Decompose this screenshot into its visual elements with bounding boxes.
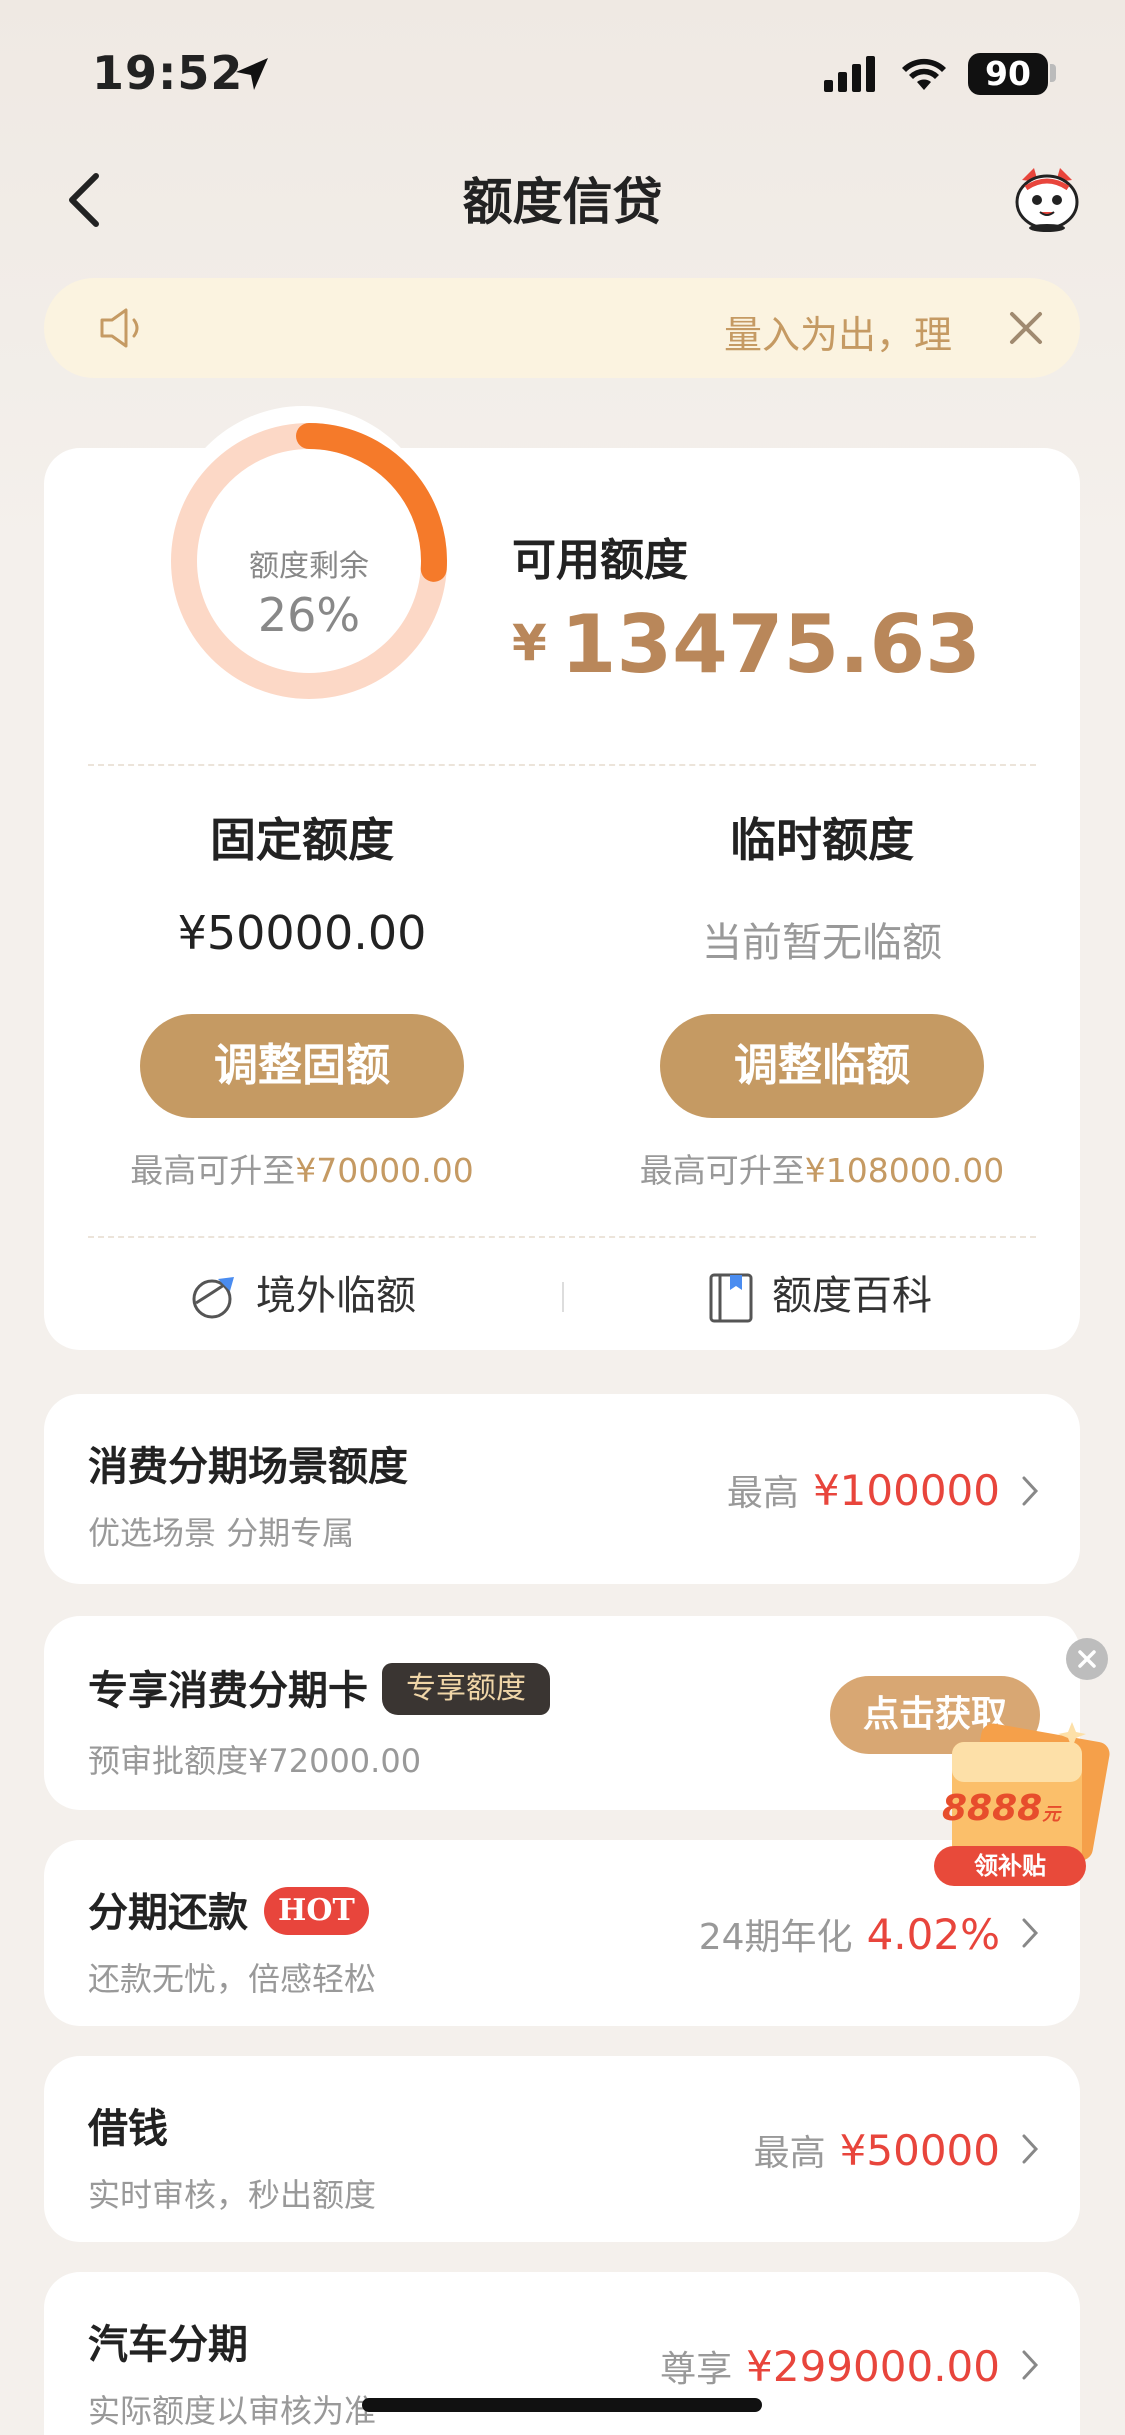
temp-max-prefix: 最高可升至 (639, 1151, 805, 1190)
status-time: 19:52 (92, 46, 244, 100)
hot-badge: HOT (264, 1887, 369, 1935)
wifi-icon (902, 58, 946, 90)
exclusive-quota-tag: 专享额度 (382, 1663, 550, 1715)
row-subtitle: 预审批额度¥72000.00 (88, 1742, 422, 1780)
row-title-wrap: 专享消费分期卡 专享额度 (88, 1658, 550, 1716)
speaker-icon (100, 308, 139, 348)
cellular-signal-icon (824, 56, 875, 92)
promo-close-button[interactable] (1066, 1638, 1108, 1680)
fixed-quota-max: 最高可升至¥70000.00 (72, 1144, 532, 1192)
page-title: 额度信贷 (462, 173, 663, 231)
close-icon[interactable] (1004, 306, 1048, 350)
link-separator (562, 1282, 564, 1312)
currency-symbol: ¥ (512, 614, 547, 672)
temp-quota-title-text: 临时额度 (730, 813, 914, 867)
battery-tip (1050, 64, 1056, 82)
chevron-right-icon (1022, 2134, 1039, 2164)
available-quota-amount: ¥13475.63 (512, 598, 981, 691)
temp-quota-status-wrap: 当前暂无临额 (612, 910, 1032, 968)
available-quota-label: 可用额度 (512, 535, 688, 586)
row-right-label: 24期年化 (698, 1917, 853, 1958)
row-right-value: 最高 ¥50000 (754, 2124, 1000, 2176)
ring-label: 额度剩余 (249, 549, 369, 584)
home-indicator (362, 2398, 762, 2412)
row-right-amount: ¥100000 (812, 1466, 1000, 1515)
promo-amount: 8888元 (942, 1788, 1060, 1829)
row-title-wrap: 分期还款 HOT (88, 1880, 369, 1938)
list-item-installment-repay[interactable]: 分期还款 HOT 还款无忧，倍感轻松 24期年化 4.02% (44, 1840, 1080, 2026)
row-subtitle: 实时审核，秒出额度 (88, 2176, 377, 2214)
fixed-quota-title: 固定额度 (92, 804, 512, 870)
fixed-max-prefix: 最高可升至 (130, 1151, 296, 1190)
adjust-temp-quota-button[interactable]: 调整临额 (660, 1014, 984, 1118)
temp-quota-status: 当前暂无临额 (702, 920, 942, 966)
promo-amount-unit: 元 (1042, 1804, 1061, 1825)
row-subtitle: 实际额度以审核为准 (88, 2392, 377, 2430)
quota-wiki-label: 额度百科 (772, 1273, 932, 1319)
row-right-value: 最高 ¥100000 (727, 1464, 1000, 1516)
divider (88, 1236, 1036, 1238)
row-right-amount: 4.02% (866, 1910, 1000, 1959)
available-amount-value: 13475.63 (560, 598, 981, 691)
battery-level: 90 (968, 53, 1048, 95)
announcement-bar[interactable]: 量入为出，理 (44, 278, 1080, 378)
temp-max-value: ¥108000.00 (804, 1151, 1005, 1190)
credit-summary-card: 额度剩余 26% 可用额度 ¥13475.63 固定额度 ¥50000.00 调… (44, 423, 1080, 1350)
globe-plane-icon (192, 1277, 234, 1319)
fixed-max-value: ¥70000.00 (295, 1151, 474, 1190)
fixed-quota-amount: ¥50000.00 (177, 906, 427, 960)
chevron-right-icon (1022, 1476, 1039, 1506)
row-subtitle: 优选场景 分期专属 (88, 1514, 355, 1552)
location-arrow-icon (236, 58, 268, 90)
close-icon (1078, 1650, 1096, 1668)
book-icon (709, 1273, 753, 1323)
promo-amount-value: 8888 (942, 1788, 1043, 1829)
fixed-quota-amount-wrap: ¥50000.00 (92, 906, 512, 960)
row-right-label: 最高 (753, 2133, 826, 2174)
temp-quota-max: 最高可升至¥108000.00 (592, 1144, 1052, 1192)
claim-subsidy-button[interactable]: 领补贴 (934, 1846, 1086, 1886)
row-title: 汽车分期 (88, 2322, 248, 2368)
mascot-service-icon[interactable] (1012, 166, 1082, 232)
row-title: 分期还款 (88, 1890, 248, 1936)
announcement-text: 量入为出，理 (724, 313, 953, 357)
row-right-label: 尊享 (660, 2349, 733, 2390)
chevron-right-icon (1022, 2350, 1039, 2380)
divider (88, 764, 1036, 766)
row-title: 专享消费分期卡 (88, 1668, 368, 1714)
row-right-amount: ¥50000 (839, 2126, 1000, 2175)
status-bar: 19:52 90 (0, 0, 1125, 140)
row-title: 消费分期场景额度 (88, 1444, 408, 1490)
list-item-exclusive-card[interactable]: 专享消费分期卡 专享额度 预审批额度¥72000.00 点击获取 (44, 1616, 1080, 1810)
overseas-temp-quota-link[interactable]: 境外临额 (188, 1266, 416, 1326)
overseas-temp-quota-label: 境外临额 (256, 1273, 416, 1319)
list-item-installment-scene[interactable]: 消费分期场景额度 优选场景 分期专属 最高 ¥100000 (44, 1394, 1080, 1584)
fixed-quota-title-text: 固定额度 (210, 813, 394, 867)
row-right-label: 最高 (726, 1473, 799, 1514)
row-right-amount: ¥299000.00 (746, 2342, 1000, 2391)
chevron-right-icon (1022, 1918, 1039, 1948)
temp-quota-title: 临时额度 (612, 804, 1032, 870)
row-subtitle: 还款无忧，倍感轻松 (88, 1960, 377, 1998)
row-right-value: 尊享 ¥299000.00 (660, 2340, 1000, 2392)
row-right-value: 24期年化 4.02% (699, 1908, 1000, 1960)
list-item-borrow[interactable]: 借钱 实时审核，秒出额度 最高 ¥50000 (44, 2056, 1080, 2242)
row-title: 借钱 (88, 2106, 168, 2152)
ring-percent: 26% (257, 588, 361, 642)
adjust-fixed-quota-button[interactable]: 调整固额 (140, 1014, 464, 1118)
quota-wiki-link[interactable]: 额度百科 (708, 1266, 932, 1326)
